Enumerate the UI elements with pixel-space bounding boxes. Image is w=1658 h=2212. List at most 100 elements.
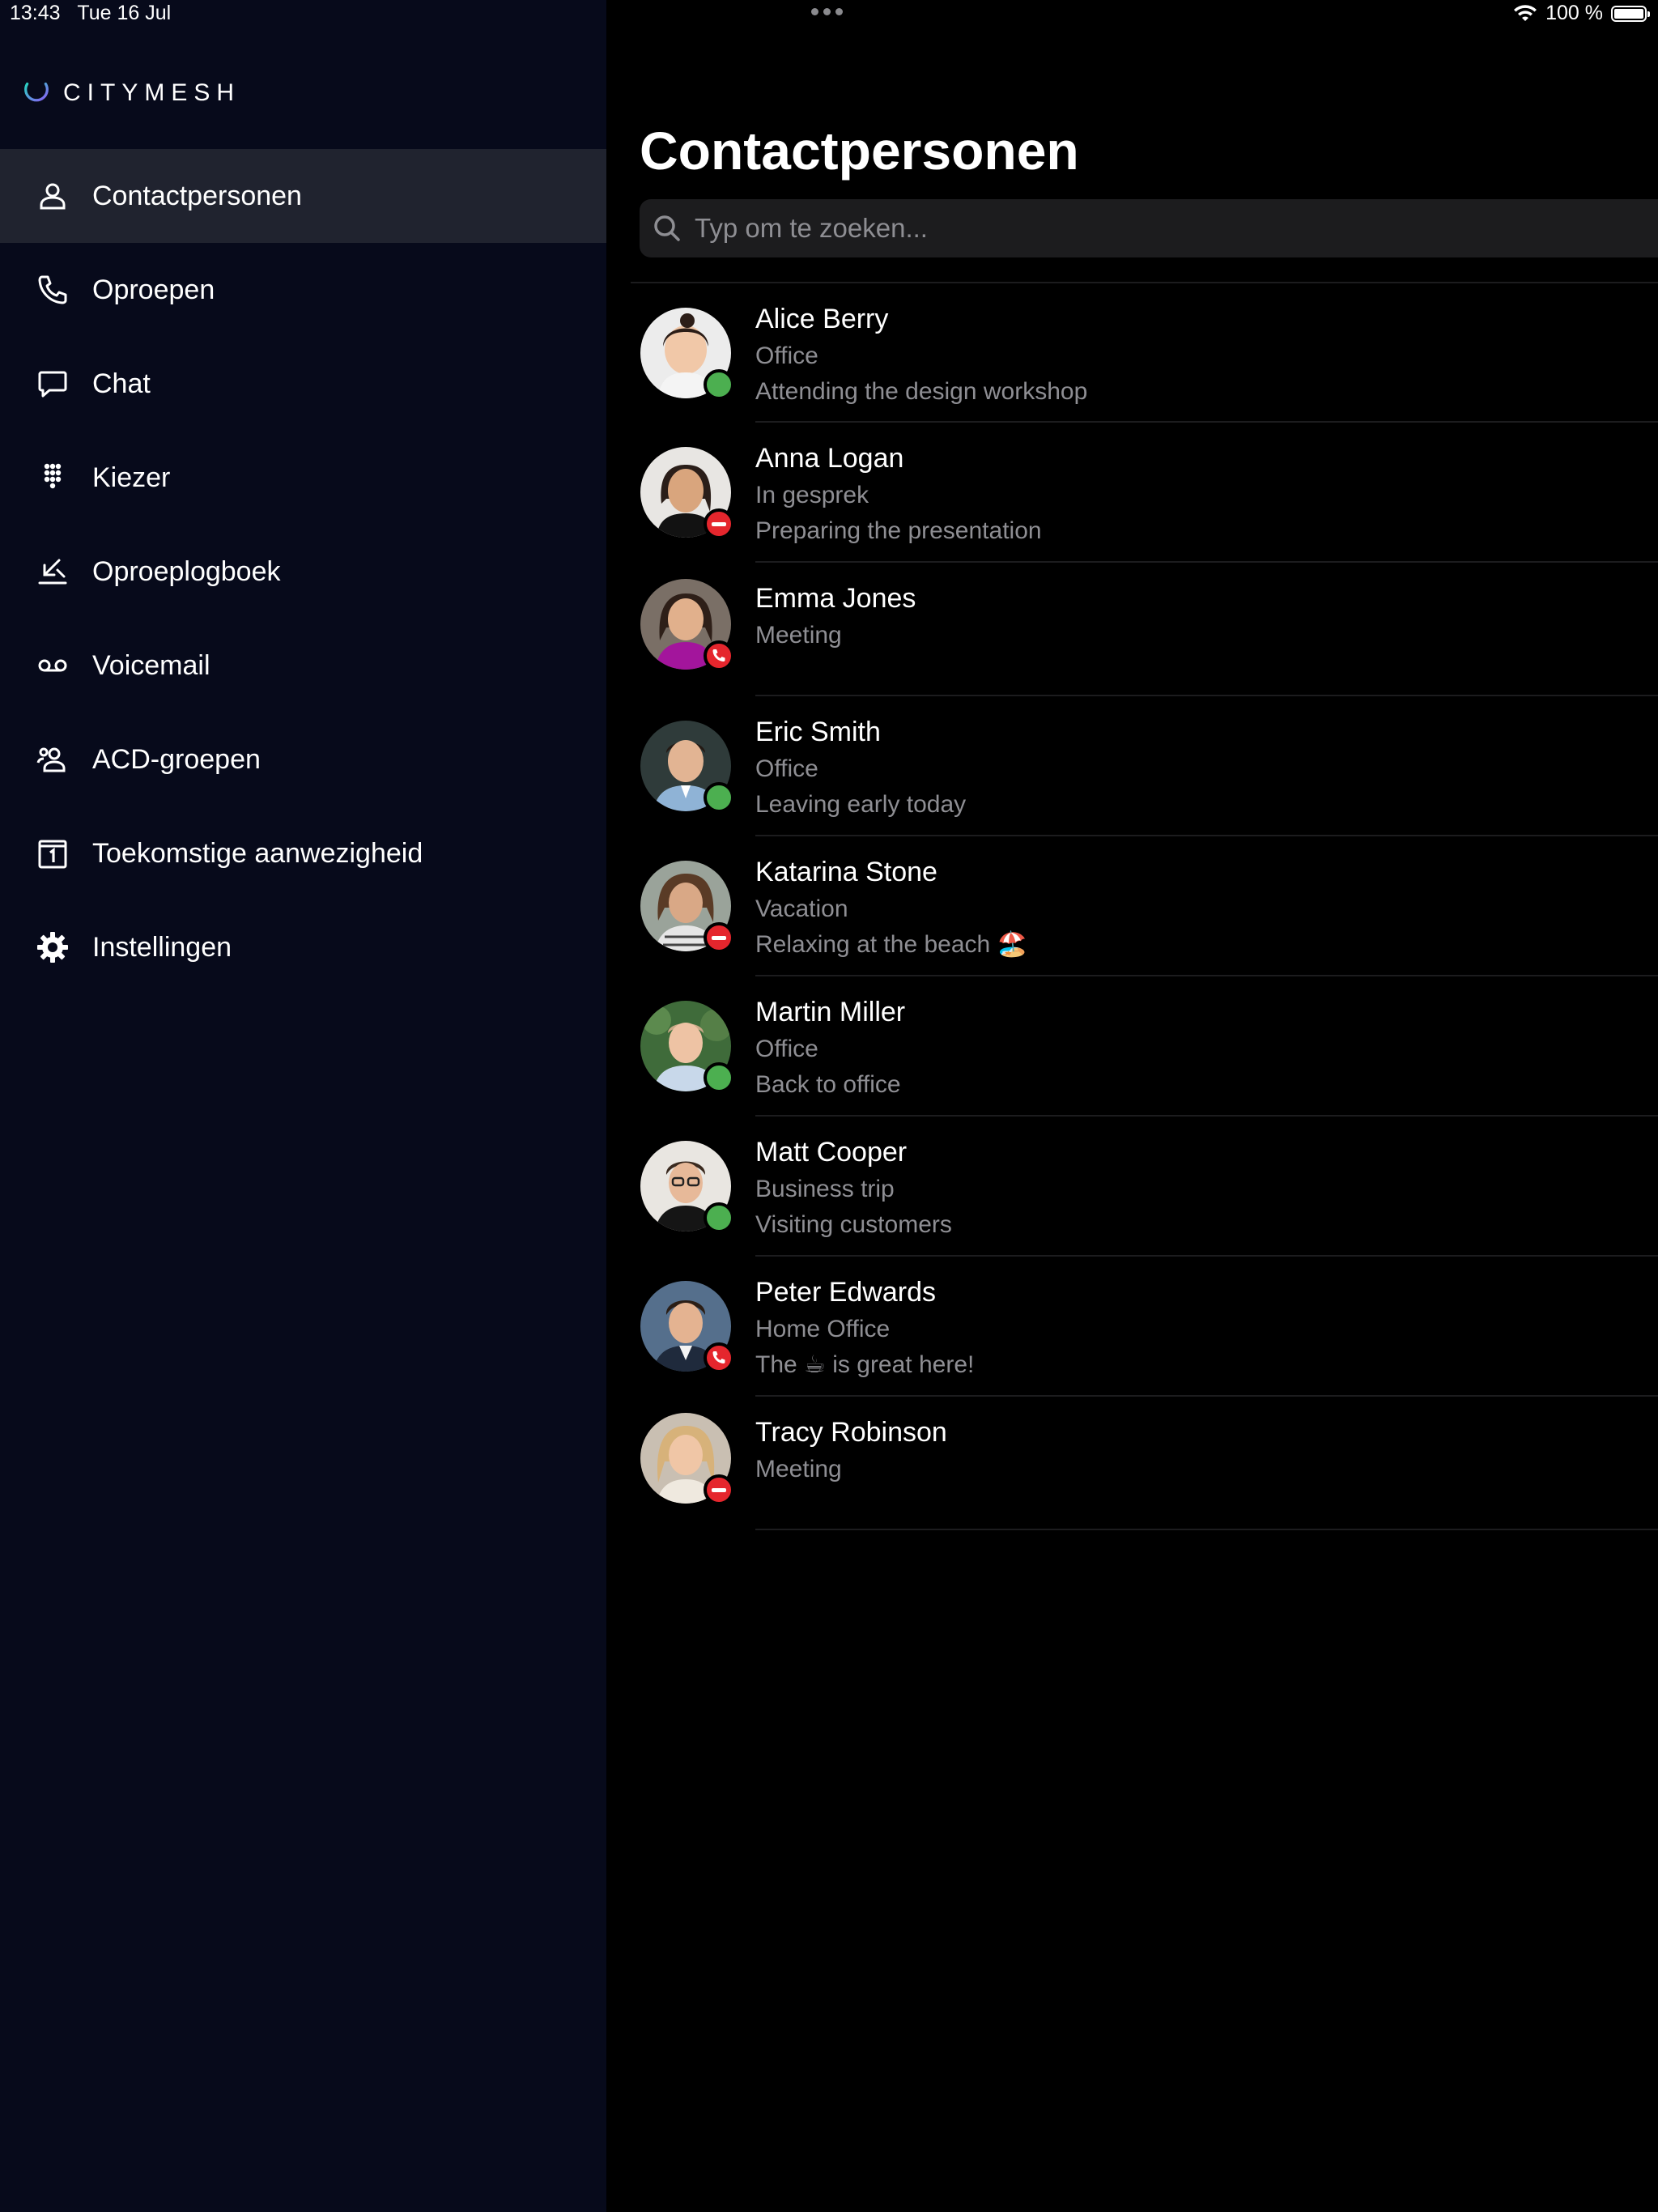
voicemail-icon bbox=[34, 647, 71, 684]
sidebar: CITYMESH Contactpersonen Oproepen Chat K… bbox=[0, 0, 606, 2212]
sidebar-item-acd-groepen[interactable]: ACD-groepen bbox=[0, 713, 606, 806]
contact-info: Emma Jones Meeting bbox=[755, 563, 1658, 696]
contact-info: Anna Logan In gesprek Preparing the pres… bbox=[755, 423, 1658, 563]
sidebar-item-instellingen[interactable]: Instellingen bbox=[0, 900, 606, 994]
contact-name: Emma Jones bbox=[755, 583, 916, 614]
presence-busy-indicator bbox=[704, 922, 734, 953]
contact-status: Home Office bbox=[755, 1316, 891, 1342]
avatar bbox=[640, 1281, 734, 1373]
contact-status: Office bbox=[755, 1036, 818, 1062]
contact-row[interactable]: Emma Jones Meeting bbox=[631, 563, 1658, 696]
keypad-icon bbox=[34, 459, 71, 496]
sidebar-item-label: Chat bbox=[92, 368, 151, 399]
presence-on-call-indicator bbox=[704, 1342, 734, 1373]
chat-bubble-icon bbox=[34, 365, 71, 402]
phone-icon bbox=[34, 271, 71, 308]
sidebar-item-label: Toekomstige aanwezigheid bbox=[92, 837, 423, 869]
wifi-icon bbox=[1514, 4, 1537, 21]
contact-name: Matt Cooper bbox=[755, 1137, 908, 1168]
contact-info: Matt Cooper Business trip Visiting custo… bbox=[755, 1117, 1658, 1257]
page-title: Contactpersonen bbox=[640, 121, 1079, 181]
contact-name: Tracy Robinson bbox=[755, 1417, 947, 1448]
sidebar-item-kiezer[interactable]: Kiezer bbox=[0, 431, 606, 525]
contact-status: Meeting bbox=[755, 622, 842, 649]
contact-row[interactable]: Katarina Stone Vacation Relaxing at the … bbox=[631, 836, 1658, 976]
presence-busy-indicator bbox=[704, 1474, 734, 1505]
sidebar-item-oproepen[interactable]: Oproepen bbox=[0, 243, 606, 337]
contact-row[interactable]: Anna Logan In gesprek Preparing the pres… bbox=[631, 423, 1658, 563]
contact-note: Back to office bbox=[755, 1071, 901, 1098]
sidebar-item-label: Contactpersonen bbox=[92, 180, 302, 211]
brand: CITYMESH bbox=[21, 78, 240, 108]
contact-note: Relaxing at the beach 🏖️ bbox=[755, 931, 1027, 958]
call-log-icon bbox=[34, 553, 71, 590]
presence-on-call-indicator bbox=[704, 640, 734, 671]
presence-available-indicator bbox=[704, 1202, 734, 1233]
contact-row[interactable]: Alice Berry Office Attending the design … bbox=[631, 283, 1658, 423]
presence-busy-indicator bbox=[704, 508, 734, 539]
contact-info: Peter Edwards Home Office The ☕ is great… bbox=[755, 1257, 1658, 1397]
contact-row[interactable]: Tracy Robinson Meeting bbox=[631, 1397, 1658, 1530]
contact-info: Eric Smith Office Leaving early today bbox=[755, 696, 1658, 836]
contact-status: Meeting bbox=[755, 1456, 842, 1482]
contact-name: Katarina Stone bbox=[755, 857, 937, 887]
presence-available-indicator bbox=[704, 369, 734, 400]
contact-status: Vacation bbox=[755, 895, 848, 922]
search-input[interactable] bbox=[693, 212, 1587, 245]
status-indicators: 100 % bbox=[1513, 2, 1650, 25]
brand-name: CITYMESH bbox=[63, 79, 241, 106]
contacts-icon bbox=[34, 177, 71, 215]
sidebar-nav: Contactpersonen Oproepen Chat Kiezer Opr… bbox=[0, 149, 606, 994]
sidebar-item-label: Kiezer bbox=[92, 462, 171, 493]
sidebar-item-label: Oproepen bbox=[92, 274, 215, 305]
contact-row[interactable]: Eric Smith Office Leaving early today bbox=[631, 696, 1658, 836]
sidebar-item-label: Voicemail bbox=[92, 649, 210, 681]
group-icon bbox=[34, 741, 71, 778]
contact-row[interactable]: Peter Edwards Home Office The ☕ is great… bbox=[631, 1257, 1658, 1397]
sidebar-item-label: Instellingen bbox=[92, 931, 232, 963]
contact-status: Office bbox=[755, 342, 818, 369]
sidebar-item-voicemail[interactable]: Voicemail bbox=[0, 619, 606, 713]
avatar bbox=[640, 1141, 734, 1233]
sidebar-item-label: Oproeplogboek bbox=[92, 555, 281, 587]
status-date: Tue 16 Jul bbox=[77, 2, 172, 24]
contact-status: Business trip bbox=[755, 1176, 895, 1202]
multitasking-dots[interactable] bbox=[811, 8, 843, 15]
status-bar: 13:43 Tue 16 Jul 100 % bbox=[0, 0, 1658, 32]
sidebar-item-toekomstige-aanwezigheid[interactable]: Toekomstige aanwezigheid bbox=[0, 806, 606, 900]
contact-info: Tracy Robinson Meeting bbox=[755, 1397, 1658, 1530]
battery-percent: 100 % bbox=[1545, 2, 1603, 24]
calendar-icon bbox=[34, 835, 71, 872]
battery-icon bbox=[1611, 5, 1650, 22]
contact-info: Katarina Stone Vacation Relaxing at the … bbox=[755, 836, 1658, 976]
search-bar[interactable] bbox=[640, 199, 1658, 257]
contact-name: Anna Logan bbox=[755, 443, 904, 474]
contact-row[interactable]: Matt Cooper Business trip Visiting custo… bbox=[631, 1117, 1658, 1257]
contact-info: Martin Miller Office Back to office bbox=[755, 976, 1658, 1117]
contact-name: Eric Smith bbox=[755, 717, 881, 747]
contact-note: Leaving early today bbox=[755, 791, 967, 818]
main-content: Contactpersonen Alice Berry Office Atten… bbox=[606, 0, 1658, 2212]
citymesh-logo-icon bbox=[24, 82, 49, 102]
avatar bbox=[640, 1413, 734, 1505]
contact-note: The ☕ is great here! bbox=[755, 1351, 975, 1378]
sidebar-item-oproeplogboek[interactable]: Oproeplogboek bbox=[0, 525, 606, 619]
sidebar-item-contactpersonen[interactable]: Contactpersonen bbox=[0, 149, 606, 243]
search-icon bbox=[654, 215, 680, 241]
avatar bbox=[640, 447, 734, 539]
contact-note: Visiting customers bbox=[755, 1211, 952, 1238]
contact-name: Peter Edwards bbox=[755, 1277, 936, 1308]
contact-name: Martin Miller bbox=[755, 997, 906, 1027]
sidebar-item-chat[interactable]: Chat bbox=[0, 337, 606, 431]
contact-name: Alice Berry bbox=[755, 304, 889, 334]
status-clock: 13:43 bbox=[10, 2, 61, 24]
contact-info: Alice Berry Office Attending the design … bbox=[755, 283, 1658, 423]
avatar bbox=[640, 579, 734, 671]
contact-note: Preparing the presentation bbox=[755, 517, 1042, 544]
contact-status: Office bbox=[755, 755, 818, 782]
status-time: 13:43 Tue 16 Jul bbox=[10, 2, 171, 25]
avatar bbox=[640, 1001, 734, 1093]
contact-status: In gesprek bbox=[755, 482, 869, 508]
contact-row[interactable]: Martin Miller Office Back to office bbox=[631, 976, 1658, 1117]
presence-available-indicator bbox=[704, 1062, 734, 1093]
